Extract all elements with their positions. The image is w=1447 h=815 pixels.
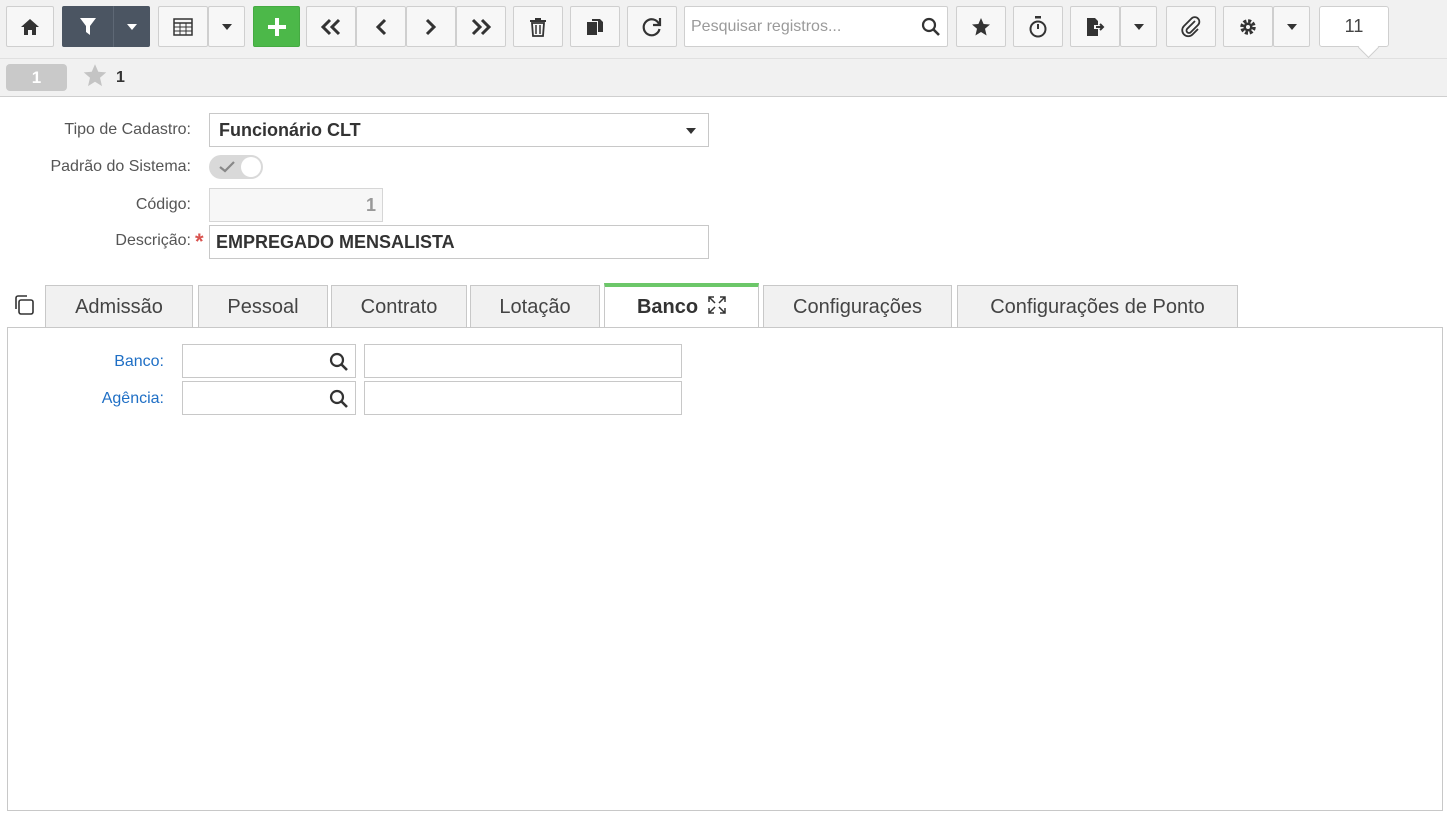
filter-split-button (62, 6, 150, 47)
trash-icon (529, 17, 547, 37)
table-icon (173, 17, 193, 36)
grid-view-button[interactable] (158, 6, 208, 47)
expand-icon[interactable] (708, 295, 726, 320)
tab-contrato[interactable]: Contrato (331, 285, 467, 328)
required-indicator: * (195, 229, 204, 254)
view-split-button (158, 6, 245, 47)
refresh-button[interactable] (627, 6, 677, 47)
tab-banco[interactable]: Banco (604, 283, 759, 328)
settings-split-button (1223, 6, 1310, 47)
home-icon (20, 18, 40, 36)
stopwatch-icon (1028, 15, 1048, 38)
chevron-left-icon (374, 18, 388, 36)
search-input[interactable] (685, 7, 915, 46)
star-icon (82, 63, 108, 93)
export-button[interactable] (1070, 6, 1120, 47)
chevron-right-icon (424, 18, 438, 36)
add-record-button[interactable] (253, 6, 300, 47)
view-dropdown-button[interactable] (208, 6, 245, 47)
settings-dropdown-button[interactable] (1273, 6, 1310, 47)
tab-label: Configurações de Ponto (990, 295, 1205, 318)
search-box (684, 6, 948, 47)
current-record-pill[interactable]: 1 (6, 64, 67, 91)
banco-label[interactable]: Banco: (114, 353, 164, 371)
tab-label: Lotação (499, 295, 571, 318)
current-record-number: 1 (31, 67, 42, 87)
double-chevron-right-icon (470, 18, 492, 36)
clone-icon[interactable] (13, 294, 35, 321)
paperclip-icon (1180, 15, 1202, 38)
banco-code-lookup[interactable] (182, 344, 356, 378)
tab-label: Banco (636, 296, 699, 318)
double-chevron-left-icon (320, 18, 342, 36)
filter-button[interactable] (62, 6, 113, 47)
caret-down-icon (126, 23, 137, 30)
tab-configuracoes-ponto[interactable]: Configurações de Ponto (957, 285, 1238, 328)
tipo-cadastro-label: Tipo de Cadastro: (64, 121, 191, 138)
favorite-button[interactable] (956, 6, 1006, 47)
main-toolbar: 11 (0, 0, 1447, 58)
tab-label: Configurações (793, 295, 922, 318)
caret-down-icon (686, 128, 696, 134)
padrao-sistema-toggle[interactable] (209, 155, 263, 179)
search-icon[interactable] (915, 17, 947, 37)
caret-down-icon (1133, 23, 1144, 30)
padrao-sistema-label: Padrão do Sistema: (50, 158, 191, 175)
plus-icon (266, 16, 288, 38)
tab-lotacao[interactable]: Lotação (470, 285, 600, 328)
record-bar: 1 1 (0, 58, 1447, 97)
last-record-button[interactable] (456, 6, 506, 47)
star-icon (971, 17, 991, 37)
first-record-button[interactable] (306, 6, 356, 47)
copy-icon (585, 17, 605, 37)
attach-button[interactable] (1166, 6, 1216, 47)
search-icon[interactable] (329, 389, 349, 414)
record-counter: 11 (1319, 6, 1389, 47)
search-icon[interactable] (329, 352, 349, 377)
descricao-label: Descrição: (115, 232, 191, 249)
navigation-group (306, 6, 506, 47)
tab-label: Admissão (75, 295, 163, 318)
caret-down-icon (221, 23, 232, 30)
tab-configuracoes[interactable]: Configurações (763, 285, 952, 328)
checkmark-icon (219, 160, 235, 178)
filter-icon (79, 17, 97, 37)
codigo-field[interactable]: 1 (209, 188, 383, 222)
settings-button[interactable] (1223, 6, 1273, 47)
next-record-button[interactable] (406, 6, 456, 47)
codigo-label: Código: (135, 196, 191, 213)
gear-icon (1238, 17, 1258, 37)
toggle-knob (241, 157, 261, 177)
refresh-icon (641, 16, 663, 38)
agencia-label[interactable]: Agência: (102, 390, 164, 408)
export-dropdown-button[interactable] (1120, 6, 1157, 47)
home-button[interactable] (6, 6, 54, 47)
tab-admissao[interactable]: Admissão (45, 285, 193, 328)
export-split-button (1070, 6, 1157, 47)
tipo-cadastro-select[interactable]: Funcionário CLT (209, 113, 709, 147)
favorites-count: 1 (116, 68, 125, 86)
export-icon (1085, 17, 1105, 37)
agencia-code-lookup[interactable] (182, 381, 356, 415)
banco-description-field[interactable] (364, 344, 682, 378)
tipo-cadastro-value: Funcionário CLT (219, 119, 361, 140)
record-counter-value: 11 (1344, 16, 1364, 36)
tab-label: Pessoal (227, 295, 299, 318)
agencia-description-field[interactable] (364, 381, 682, 415)
tab-label: Contrato (360, 295, 438, 318)
delete-button[interactable] (513, 6, 563, 47)
duplicate-button[interactable] (570, 6, 620, 47)
caret-down-icon (1286, 23, 1297, 30)
descricao-field[interactable]: EMPREGADO MENSALISTA (209, 225, 709, 259)
tab-pessoal[interactable]: Pessoal (198, 285, 328, 328)
filter-dropdown-button[interactable] (113, 6, 150, 47)
timer-button[interactable] (1013, 6, 1063, 47)
favorites-indicator[interactable]: 1 (82, 63, 125, 93)
previous-record-button[interactable] (356, 6, 406, 47)
